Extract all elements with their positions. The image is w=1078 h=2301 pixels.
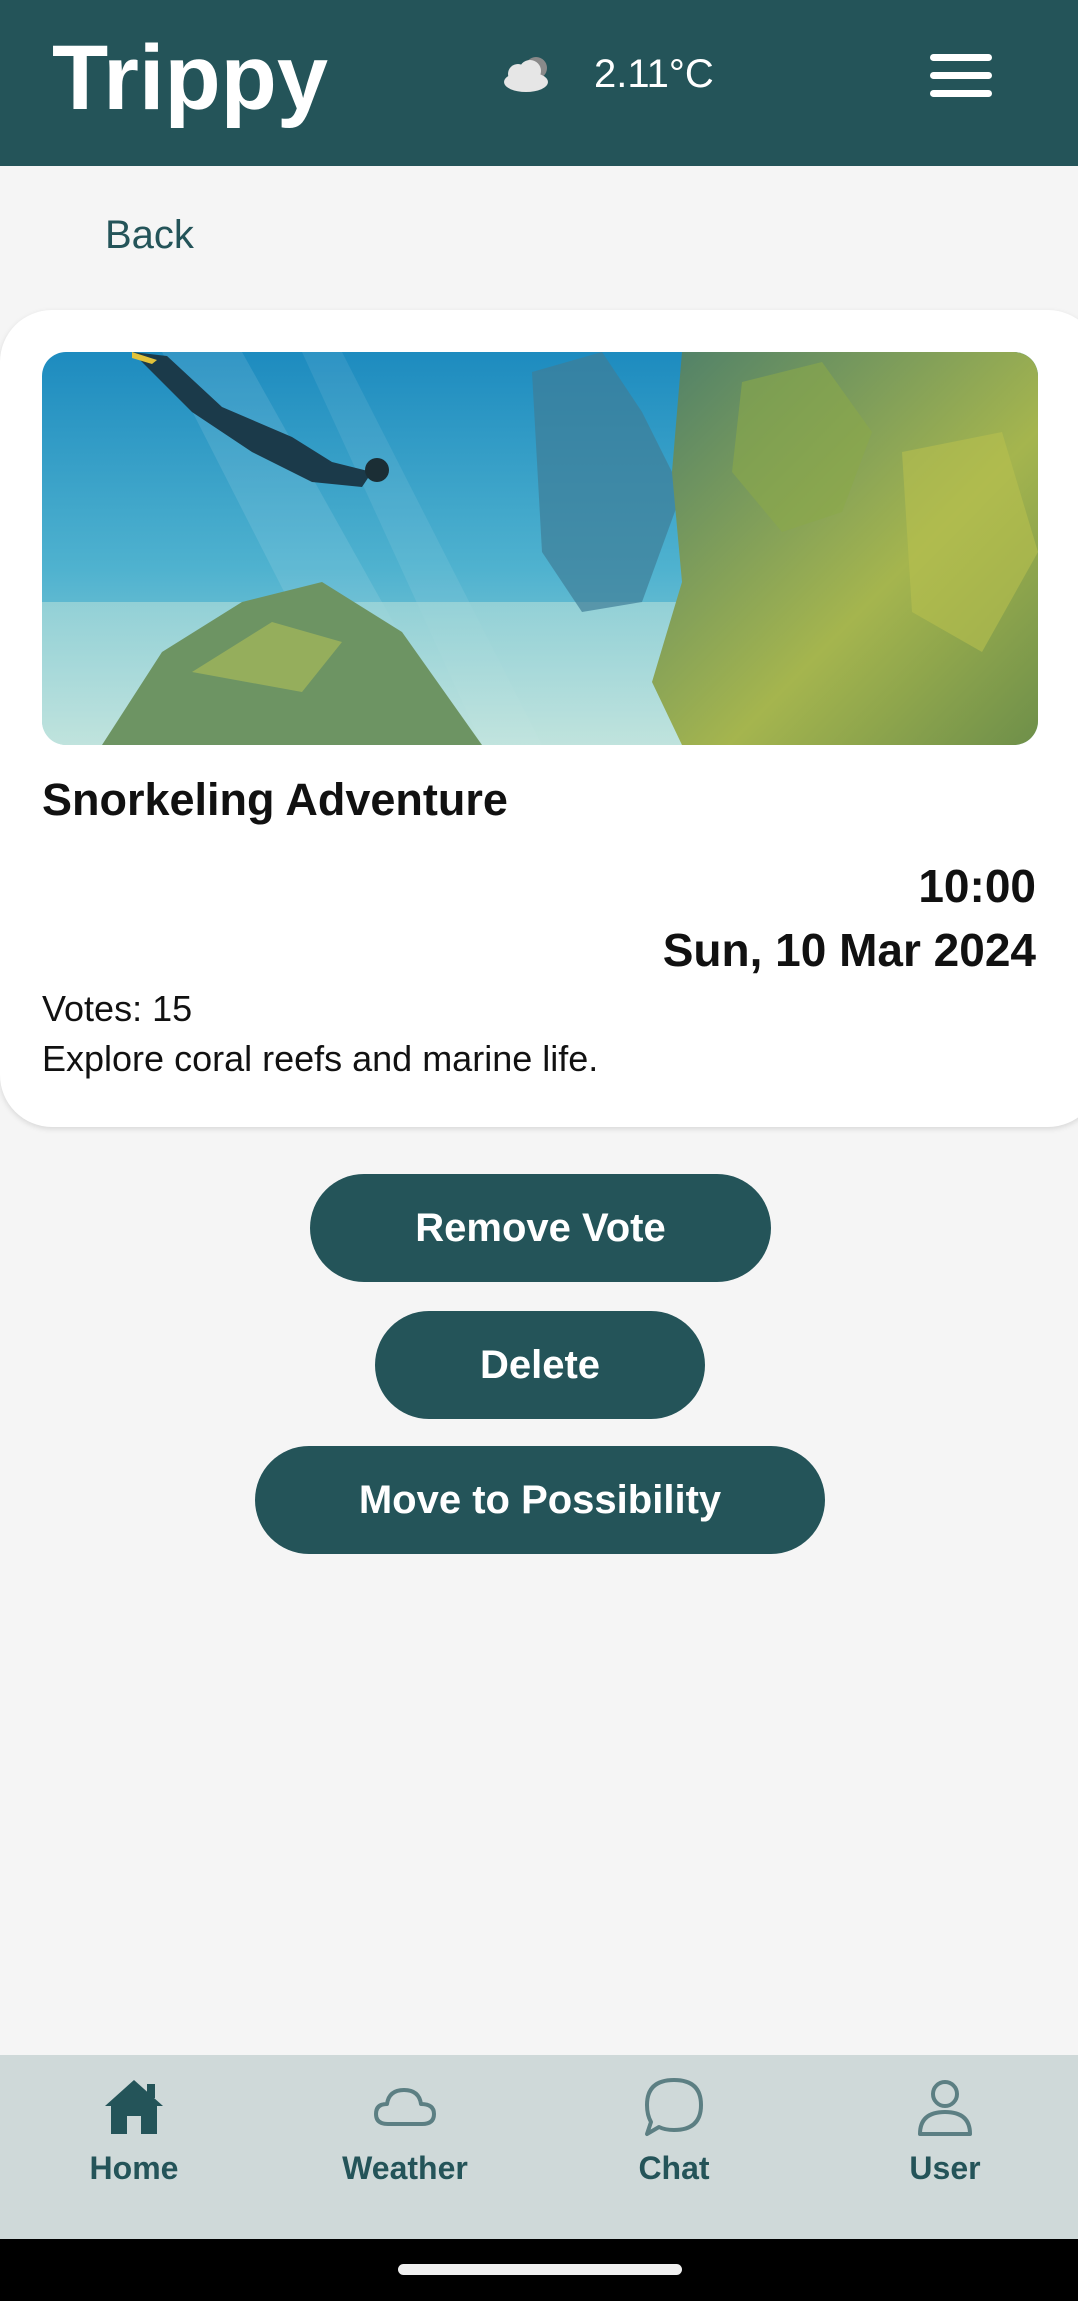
home-indicator[interactable]	[398, 2264, 682, 2275]
activity-time: 10:00	[918, 860, 1036, 912]
activity-date: Sun, 10 Mar 2024	[662, 924, 1036, 976]
temperature-readout: 2.11°C	[594, 52, 714, 96]
remove-vote-button[interactable]: Remove Vote	[310, 1174, 771, 1282]
nav-item-chat[interactable]: Chat	[574, 2072, 774, 2222]
cloud-icon	[374, 2088, 436, 2126]
nav-label-user: User	[909, 2150, 981, 2186]
hamburger-menu-icon[interactable]	[930, 54, 992, 98]
back-button[interactable]: Back	[105, 210, 194, 260]
snorkeling-photo	[42, 352, 1038, 745]
move-to-possibility-button[interactable]: Move to Possibility	[255, 1446, 825, 1554]
home-icon	[105, 2080, 163, 2134]
user-icon	[918, 2080, 972, 2136]
nav-label-chat: Chat	[638, 2150, 710, 2186]
nav-label-home: Home	[89, 2150, 179, 2186]
votes-count: Votes: 15	[42, 988, 193, 1029]
activity-title: Snorkeling Adventure	[42, 774, 508, 825]
nav-item-home[interactable]: Home	[34, 2072, 234, 2222]
nav-item-user[interactable]: User	[845, 2072, 1045, 2222]
app-title: Trippy	[52, 27, 329, 129]
nav-item-weather[interactable]: Weather	[305, 2072, 505, 2222]
nav-label-weather: Weather	[342, 2150, 468, 2186]
cloud-icon	[504, 57, 548, 92]
activity-description: Explore coral reefs and marine life.	[42, 1038, 599, 1079]
delete-button[interactable]: Delete	[375, 1311, 705, 1419]
chat-bubble-icon	[645, 2078, 703, 2136]
